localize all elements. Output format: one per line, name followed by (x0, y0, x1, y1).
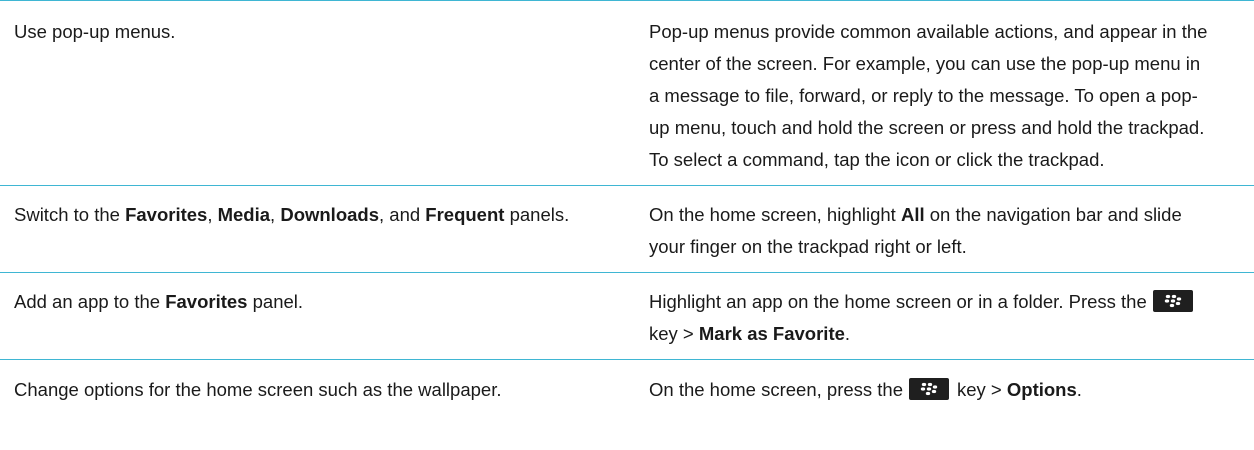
options-term: Options (1006, 379, 1077, 400)
table-row: Change options for the home screen such … (0, 359, 1254, 421)
table-row: Use pop-up menus. Pop-up menus provide c… (0, 0, 1254, 186)
all-term: All (900, 204, 925, 225)
task-cell: Add an app to the Favorites panel. (14, 291, 304, 312)
blackberry-menu-key-icon (1152, 290, 1193, 313)
table-row: Add an app to the Favorites panel. Highl… (0, 272, 1254, 360)
favorites-term: Favorites (165, 291, 248, 312)
task-text: Use pop-up menus. (14, 21, 176, 42)
downloads-term: Downloads (280, 204, 379, 225)
media-term: Media (217, 204, 271, 225)
description-cell: Pop-up menus provide common available ac… (635, 1, 1254, 186)
task-cell: Switch to the Favorites, Media, Download… (14, 204, 570, 225)
task-cell: Change options for the home screen such … (0, 360, 635, 421)
description-text: Pop-up menus provide common available ac… (649, 21, 1208, 170)
tips-table: Use pop-up menus. Pop-up menus provide c… (0, 0, 1254, 420)
description-cell: On the home screen, highlight All on the… (649, 204, 1182, 257)
mark-as-favorite-term: Mark as Favorite (698, 323, 845, 344)
favorites-term: Favorites (125, 204, 208, 225)
task-text: Change options for the home screen such … (14, 379, 502, 400)
blackberry-menu-key-icon (909, 378, 949, 401)
task-cell: Use pop-up menus. (0, 1, 635, 186)
frequent-term: Frequent (425, 204, 505, 225)
table-row: Switch to the Favorites, Media, Download… (0, 185, 1254, 273)
description-cell: On the home screen, press the key > Optio… (649, 378, 1082, 401)
description-cell: Highlight an app on the home screen or i… (635, 273, 1254, 360)
